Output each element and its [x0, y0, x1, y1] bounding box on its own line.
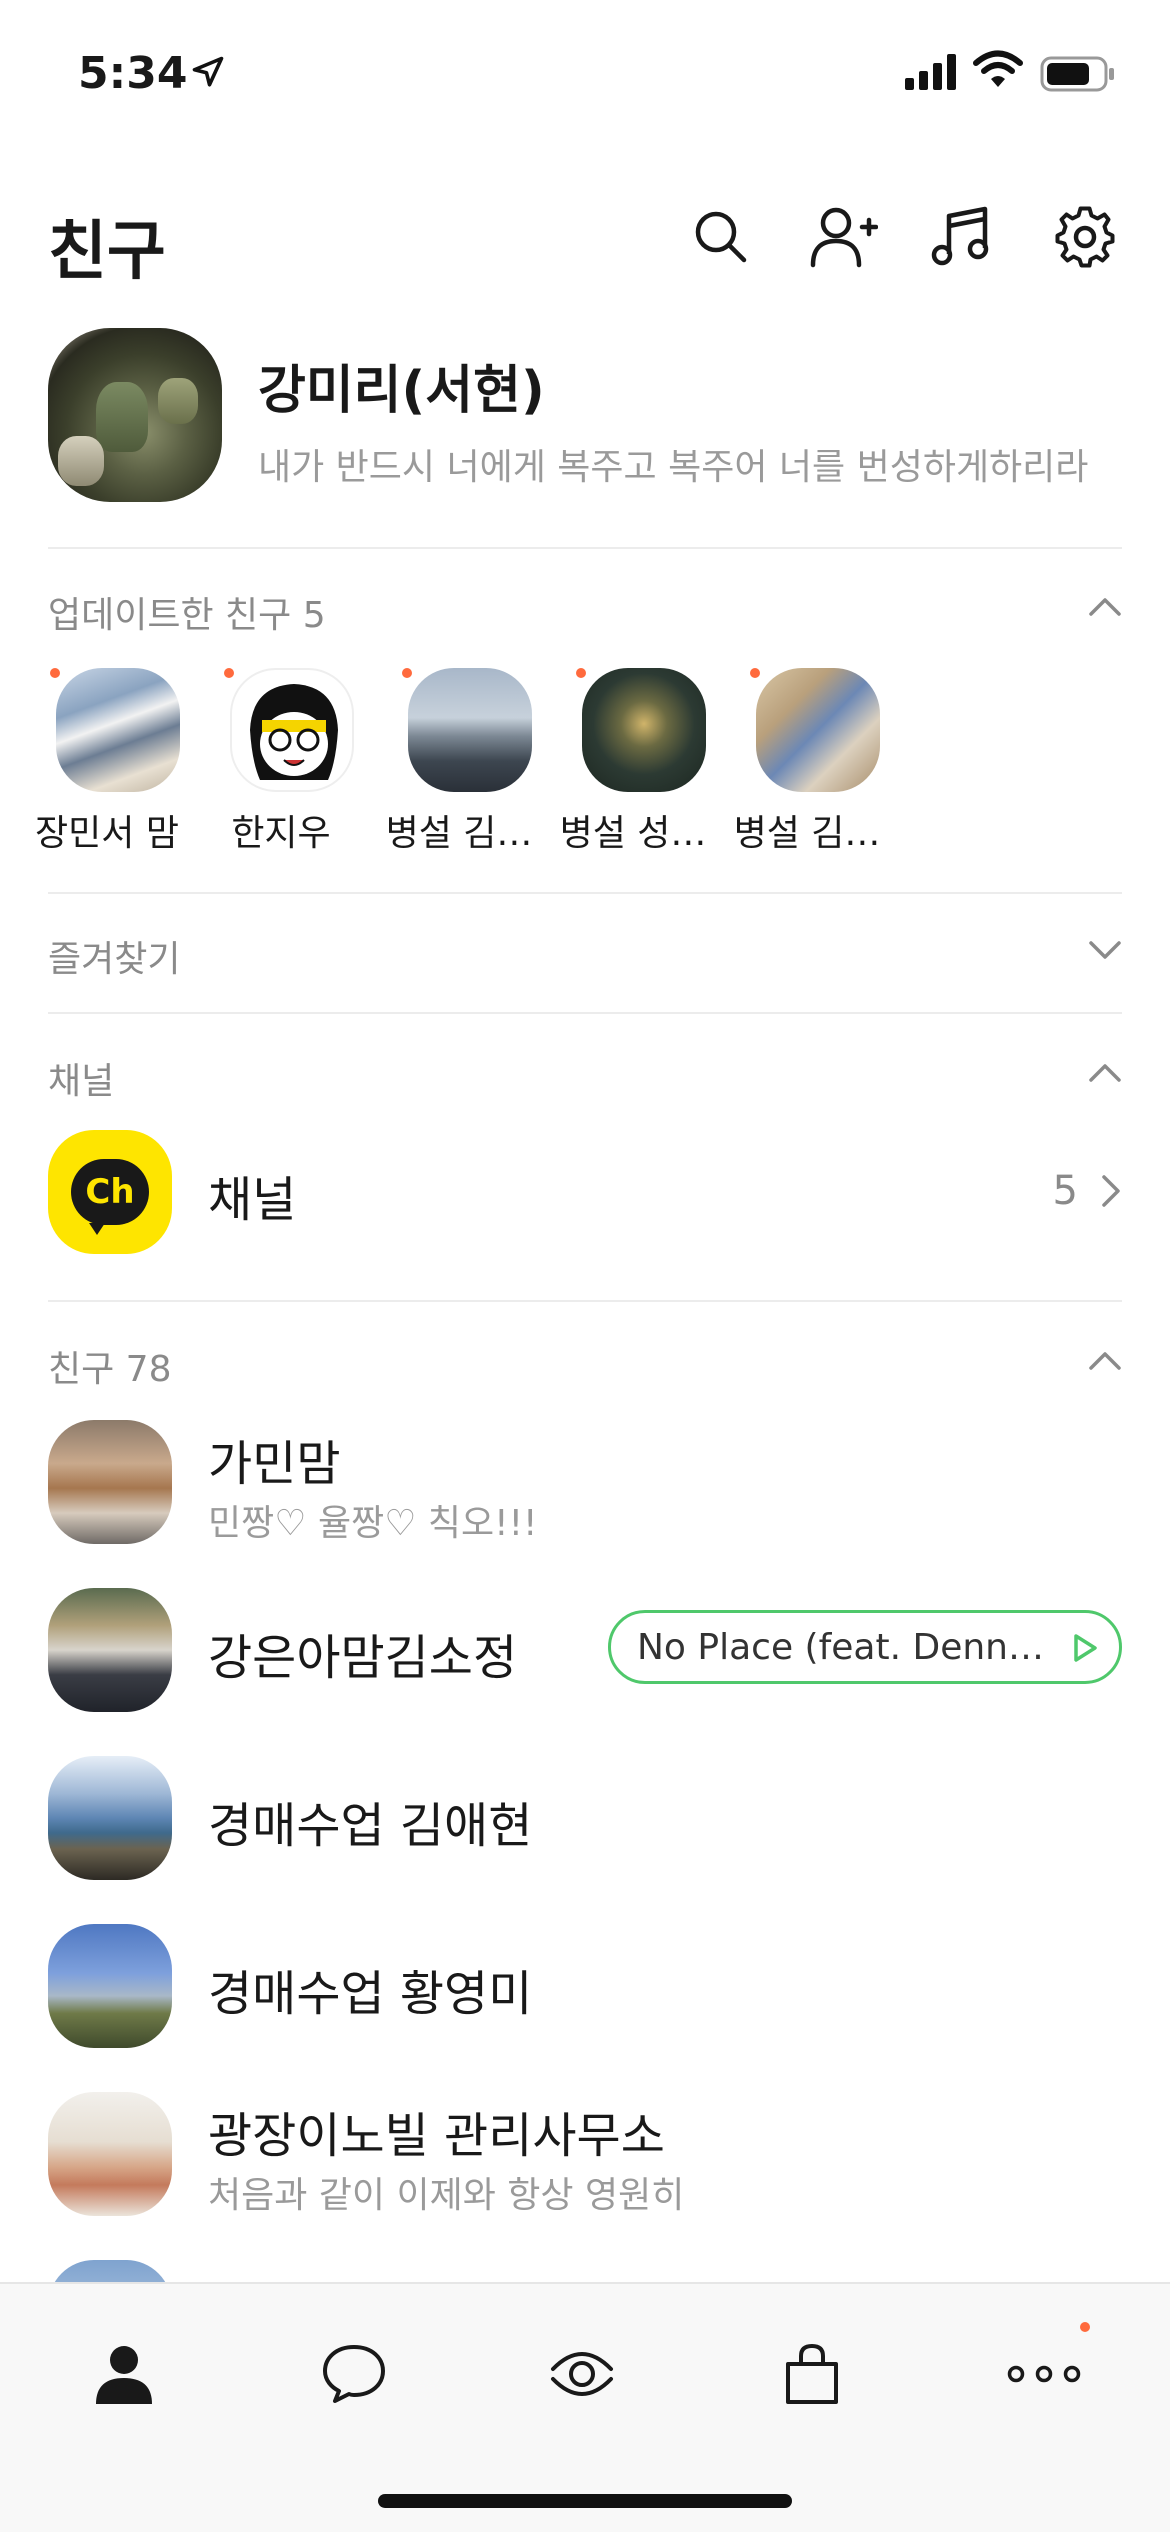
- friend-status: 민짱♡ 율짱♡ 칙오!!!: [208, 1503, 538, 1544]
- friends-label: 친구 78: [48, 1349, 172, 1390]
- channel-count: 5: [1052, 1168, 1078, 1214]
- updated-friend-item[interactable]: 장민서 맘: [22, 660, 192, 860]
- wifi-icon: [973, 50, 1023, 87]
- favorites-header[interactable]: 즐겨찾기: [48, 924, 1122, 984]
- friend-row[interactable]: 가민맘 민짱♡ 율짱♡ 칙오!!!: [48, 1420, 1122, 1546]
- updated-friends-label: 업데이트한 친구 5: [48, 595, 326, 636]
- friend-row[interactable]: 광장이노빌 관리사무소 처음과 같이 이제와 항상 영원히: [48, 2092, 1122, 2218]
- chevron-up-icon[interactable]: [1088, 1060, 1122, 1084]
- divider: [48, 892, 1122, 894]
- friend-name: 강은아맘김소정: [208, 1630, 518, 1686]
- avatar[interactable]: [230, 668, 354, 792]
- avatar[interactable]: [48, 1924, 172, 2048]
- view-tab[interactable]: [532, 2324, 632, 2424]
- new-update-dot: [402, 668, 412, 678]
- updated-friend-name: 장민서 맘: [35, 813, 179, 854]
- new-badge-dot: [1080, 2322, 1090, 2332]
- more-tab[interactable]: [994, 2324, 1094, 2424]
- channel-row[interactable]: Ch 채널 5: [48, 1130, 1122, 1256]
- friend-name: 광장이노빌 관리사무소: [208, 2108, 665, 2164]
- new-update-dot: [576, 668, 586, 678]
- friend-name: 경매수업 김애현: [208, 1798, 533, 1854]
- battery-icon: [1040, 56, 1114, 92]
- avatar[interactable]: [48, 1588, 172, 1712]
- updated-friend-item[interactable]: 병설 성…: [548, 660, 718, 860]
- chevron-down-icon[interactable]: [1088, 938, 1122, 962]
- updated-friend-name: 병설 김…: [733, 813, 881, 854]
- updated-friends-row: 장민서 맘 한지우 병설 김… 병설 성… 병설 김…: [0, 660, 1170, 860]
- divider: [48, 1300, 1122, 1302]
- avatar[interactable]: [756, 668, 880, 792]
- cartoon-face-icon: [250, 684, 338, 780]
- shopping-tab[interactable]: [762, 2324, 862, 2424]
- updated-friend-item[interactable]: 병설 김…: [722, 660, 892, 860]
- music-icon[interactable]: [926, 202, 996, 272]
- my-profile-avatar[interactable]: [48, 328, 222, 502]
- chevron-right-icon: [1102, 1175, 1120, 1207]
- friends-header[interactable]: 친구 78: [48, 1334, 1122, 1394]
- home-indicator: [378, 2494, 792, 2508]
- updated-friend-name: 한지우: [231, 813, 331, 854]
- channel-icon: Ch: [48, 1130, 172, 1254]
- new-update-dot: [50, 668, 60, 678]
- friend-name: 경매수업 황영미: [208, 1966, 533, 2022]
- header: 친구: [0, 180, 1170, 290]
- divider: [48, 1012, 1122, 1014]
- settings-icon[interactable]: [1050, 202, 1120, 272]
- updated-friend-name: 병설 김…: [385, 813, 533, 854]
- favorites-label: 즐겨찾기: [48, 939, 181, 980]
- channel-header[interactable]: 채널: [48, 1046, 1122, 1106]
- more-dots-icon: [1007, 2365, 1081, 2383]
- eye-view-icon: [551, 2352, 613, 2396]
- updated-friend-item[interactable]: 병설 김…: [374, 660, 544, 860]
- search-icon[interactable]: [686, 202, 756, 272]
- cellular-signal-icon: [905, 54, 956, 90]
- avatar[interactable]: [56, 668, 180, 792]
- avatar[interactable]: [48, 1420, 172, 1544]
- profile-music-button[interactable]: No Place (feat. Dennis Kim): [608, 1610, 1122, 1684]
- friend-status: 처음과 같이 이제와 항상 영원히: [208, 2175, 685, 2216]
- friend-name: 가민맘: [208, 1436, 341, 1492]
- new-update-dot: [224, 668, 234, 678]
- profile-music-title: No Place (feat. Dennis Kim): [637, 1627, 1047, 1668]
- friends-tab[interactable]: [74, 2324, 174, 2424]
- location-arrow-icon: [192, 56, 224, 87]
- avatar[interactable]: [48, 2092, 172, 2216]
- friend-row[interactable]: 경매수업 황영미: [48, 1924, 1122, 2050]
- updated-friend-name: 병설 성…: [559, 813, 707, 854]
- status-bar: 5:34: [0, 0, 1170, 150]
- friend-row[interactable]: 강은아맘김소정 No Place (feat. Dennis Kim): [48, 1588, 1122, 1714]
- my-profile-status: 내가 반드시 너에게 복주고 복주어 너를 번성하게하리라: [258, 447, 1089, 488]
- tab-bar: [0, 2282, 1170, 2532]
- updated-friends-header[interactable]: 업데이트한 친구 5: [48, 580, 1122, 640]
- divider: [48, 547, 1122, 549]
- avatar[interactable]: [408, 668, 532, 792]
- updated-friend-item[interactable]: 한지우: [196, 660, 366, 860]
- my-profile[interactable]: 강미리(서현) 내가 반드시 너에게 복주고 복주어 너를 번성하게하리라: [48, 328, 1122, 504]
- status-time: 5:34: [78, 48, 188, 99]
- add-friend-icon[interactable]: [808, 202, 878, 272]
- avatar[interactable]: [48, 1756, 172, 1880]
- play-icon: [1074, 1634, 1097, 1662]
- new-update-dot: [750, 668, 760, 678]
- page-title: 친구: [48, 215, 166, 289]
- my-profile-name: 강미리(서현): [258, 361, 545, 421]
- chat-bubble-icon: [323, 2345, 385, 2403]
- friend-row[interactable]: 경매수업 김애현: [48, 1756, 1122, 1882]
- channel-name: 채널: [208, 1172, 297, 1228]
- person-filled-icon: [96, 2346, 152, 2404]
- shopping-bag-icon: [786, 2343, 838, 2404]
- chevron-up-icon[interactable]: [1088, 594, 1122, 618]
- chevron-up-icon[interactable]: [1088, 1348, 1122, 1372]
- channel-icon-text: Ch: [71, 1159, 149, 1235]
- chats-tab[interactable]: [304, 2324, 404, 2424]
- channel-section-label: 채널: [48, 1061, 115, 1102]
- avatar[interactable]: [582, 668, 706, 792]
